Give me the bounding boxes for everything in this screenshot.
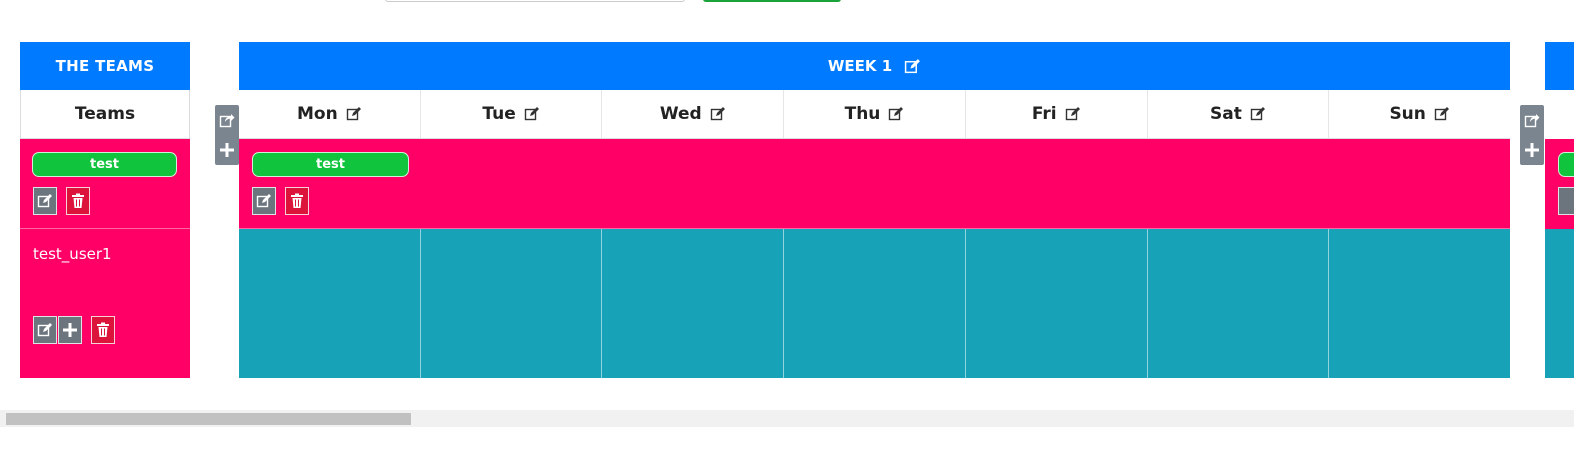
day-label: Wed — [659, 104, 702, 124]
top-submit-button[interactable] — [703, 0, 841, 2]
share-icon — [219, 114, 235, 128]
week-title: WEEK 1 — [827, 57, 893, 75]
schedule-slot-tue[interactable] — [421, 229, 603, 378]
team-badge[interactable]: test — [32, 152, 177, 177]
teams-user-row: test_user1 — [20, 229, 190, 378]
edit-icon — [37, 194, 52, 208]
edit-icon[interactable] — [524, 106, 540, 122]
team-badge-label: test — [316, 157, 345, 172]
user-name: test_user1 — [33, 245, 112, 263]
top-search-input[interactable] — [385, 0, 685, 2]
share-icon — [1524, 114, 1540, 128]
day-header-tue: Tue — [421, 90, 603, 138]
day-header-thu: Thu — [784, 90, 966, 138]
week-title-bar: WEEK 1 — [239, 42, 1510, 90]
schedule-slot-thu[interactable] — [784, 229, 966, 378]
week-user-schedule-row — [239, 229, 1510, 378]
day-label: Mon — [297, 104, 338, 124]
edit-user-button[interactable] — [33, 316, 57, 344]
day-label: Tue — [482, 104, 516, 124]
next-week-user-row — [1545, 229, 1574, 378]
horizontal-scrollbar-thumb[interactable] — [6, 413, 411, 425]
schedule-slot-sun[interactable] — [1329, 229, 1510, 378]
edit-icon — [37, 323, 52, 337]
edit-icon — [256, 194, 271, 208]
day-label: Sun — [1389, 104, 1426, 124]
teams-panel-title-text: THE TEAMS — [55, 57, 155, 75]
add-week-button[interactable] — [215, 135, 239, 165]
edit-icon[interactable] — [888, 106, 904, 122]
plus-icon — [1525, 143, 1539, 157]
delete-team-button[interactable] — [66, 187, 90, 215]
plus-icon — [63, 323, 77, 337]
share-week-button[interactable] — [1520, 105, 1544, 135]
day-label: Sat — [1210, 104, 1242, 124]
delete-week-team-button[interactable] — [285, 187, 309, 215]
week-team-row: test — [239, 139, 1510, 229]
trash-icon — [97, 322, 109, 337]
teams-column-header-text: Teams — [74, 104, 136, 124]
trash-icon — [72, 193, 84, 208]
schedule-slot-wed[interactable] — [602, 229, 785, 378]
day-header-sun: Sun — [1329, 90, 1510, 138]
week-side-actions-left — [215, 105, 239, 165]
edit-icon[interactable] — [1065, 106, 1081, 122]
schedule-slot-mon[interactable] — [239, 229, 421, 378]
day-label: Thu — [844, 104, 881, 124]
team-badge[interactable] — [1558, 152, 1574, 177]
week-side-actions-right — [1520, 105, 1544, 165]
next-week-title-bar — [1545, 42, 1574, 90]
add-user-slot-button[interactable] — [58, 316, 82, 344]
day-header-wed: Wed — [602, 90, 785, 138]
next-week-team-row — [1545, 139, 1574, 229]
day-header-mon: Mon — [239, 90, 421, 138]
edit-week-team-button[interactable] — [1558, 187, 1574, 215]
days-header-row: Mon Tue Wed Thu Fri Sat Sun — [239, 90, 1510, 139]
day-label: Fri — [1031, 104, 1057, 124]
teams-column-header: Teams — [20, 90, 190, 139]
day-header-fri: Fri — [966, 90, 1148, 138]
team-badge-label: test — [90, 157, 119, 172]
delete-user-button[interactable] — [91, 316, 115, 344]
schedule-slot-fri[interactable] — [966, 229, 1148, 378]
schedule-slot-sat[interactable] — [1148, 229, 1330, 378]
edit-icon[interactable] — [346, 106, 362, 122]
edit-icon[interactable] — [710, 106, 726, 122]
share-week-button[interactable] — [215, 105, 239, 135]
trash-icon — [291, 193, 303, 208]
teams-team-row: test — [20, 139, 190, 229]
edit-team-button[interactable] — [33, 187, 57, 215]
plus-icon — [220, 143, 234, 157]
teams-panel-title: THE TEAMS — [20, 42, 190, 90]
edit-icon[interactable] — [904, 58, 921, 75]
edit-icon[interactable] — [1434, 106, 1450, 122]
edit-icon[interactable] — [1250, 106, 1266, 122]
team-badge[interactable]: test — [252, 152, 409, 177]
add-week-button[interactable] — [1520, 135, 1544, 165]
edit-week-team-button[interactable] — [252, 187, 276, 215]
day-header-sat: Sat — [1148, 90, 1330, 138]
